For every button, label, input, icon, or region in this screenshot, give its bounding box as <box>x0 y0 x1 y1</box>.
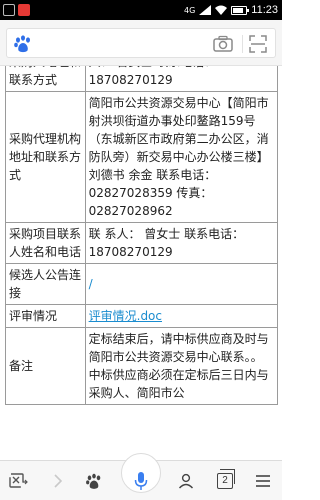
user-icon <box>178 473 194 489</box>
app-notification-icon <box>18 4 30 16</box>
account-button[interactable] <box>174 461 198 500</box>
row-value-remarks: 定标结束后，请中标供应商及时与简阳市公共资源交易中心联系。。中标供应商必须在定标… <box>84 327 279 405</box>
row-label-candidate-link: 候选人公告连接 <box>5 263 86 305</box>
microphone-icon <box>134 472 148 490</box>
table-row: 采购项目联系人姓名和电话 联 系人： 曾女士 联系电话：18708270129 <box>5 222 279 264</box>
network-type-label: 4G <box>183 5 196 15</box>
row-label-remarks: 备注 <box>5 327 86 405</box>
scan-icon[interactable] <box>249 35 267 53</box>
chevron-right-icon <box>54 474 63 488</box>
bottom-toolbar: 2 <box>0 453 282 500</box>
notification-icon <box>3 4 15 16</box>
table-row: 评审情况 评审情况.doc <box>5 304 279 328</box>
baidu-paw-icon <box>86 473 101 489</box>
status-right-icons: 4G 11:23 <box>184 2 278 18</box>
page-content: 采购人地址和联系方式 人： 曾女士 联系电话：18708270129 采购代理机… <box>0 66 282 460</box>
battery-icon <box>231 5 250 15</box>
review-doc-link[interactable]: 评审情况.doc <box>89 309 162 323</box>
menu-button[interactable] <box>250 461 276 500</box>
baidu-paw-icon <box>14 35 30 53</box>
row-value-purchaser-contact: 人： 曾女士 联系电话：18708270129 <box>84 66 279 92</box>
search-divider <box>242 35 243 53</box>
status-bar: 4G 11:23 <box>0 0 282 20</box>
close-arrow-icon <box>9 473 28 488</box>
row-label-project-contact: 采购项目联系人姓名和电话 <box>5 222 86 264</box>
candidate-announcement-link[interactable]: / <box>89 277 93 291</box>
table-row: 采购代理机构地址和联系方式 简阳市公共资源交易中心【简阳市射洪坝街道办事处印鳌路… <box>5 91 279 223</box>
table-row: 采购人地址和联系方式 人： 曾女士 联系电话：18708270129 <box>5 66 279 92</box>
camera-icon[interactable] <box>213 35 233 53</box>
voice-search-button[interactable] <box>121 453 161 500</box>
forward-button[interactable] <box>46 461 70 500</box>
row-label-review: 评审情况 <box>5 304 86 328</box>
table-row: 备注 定标结束后，请中标供应商及时与简阳市公共资源交易中心联系。。中标供应商必须… <box>5 327 279 405</box>
menu-icon <box>256 475 270 487</box>
search-input[interactable] <box>6 28 276 58</box>
baidu-home-button[interactable] <box>82 461 106 500</box>
tab-count-icon: 2 <box>217 469 235 489</box>
close-page-button[interactable] <box>4 461 34 500</box>
row-value-project-contact: 联 系人： 曾女士 联系电话：18708270129 <box>84 222 279 264</box>
signal-icon <box>199 5 212 15</box>
row-label-agency-contact: 采购代理机构地址和联系方式 <box>5 91 86 223</box>
wifi-icon <box>215 5 228 15</box>
clock: 11:23 <box>251 4 278 16</box>
procurement-info-table: 采购人地址和联系方式 人： 曾女士 联系电话：18708270129 采购代理机… <box>5 66 279 405</box>
table-row: 候选人公告连接 / <box>5 263 279 305</box>
row-label-purchaser-contact: 采购人地址和联系方式 <box>5 66 86 92</box>
browser-search-bar <box>0 20 282 66</box>
tabs-button[interactable]: 2 <box>212 461 238 500</box>
row-value-agency-contact: 简阳市公共资源交易中心【简阳市射洪坝街道办事处印鳌路159号（东城新区市政府第二… <box>84 91 279 223</box>
status-left-icons <box>3 2 30 18</box>
